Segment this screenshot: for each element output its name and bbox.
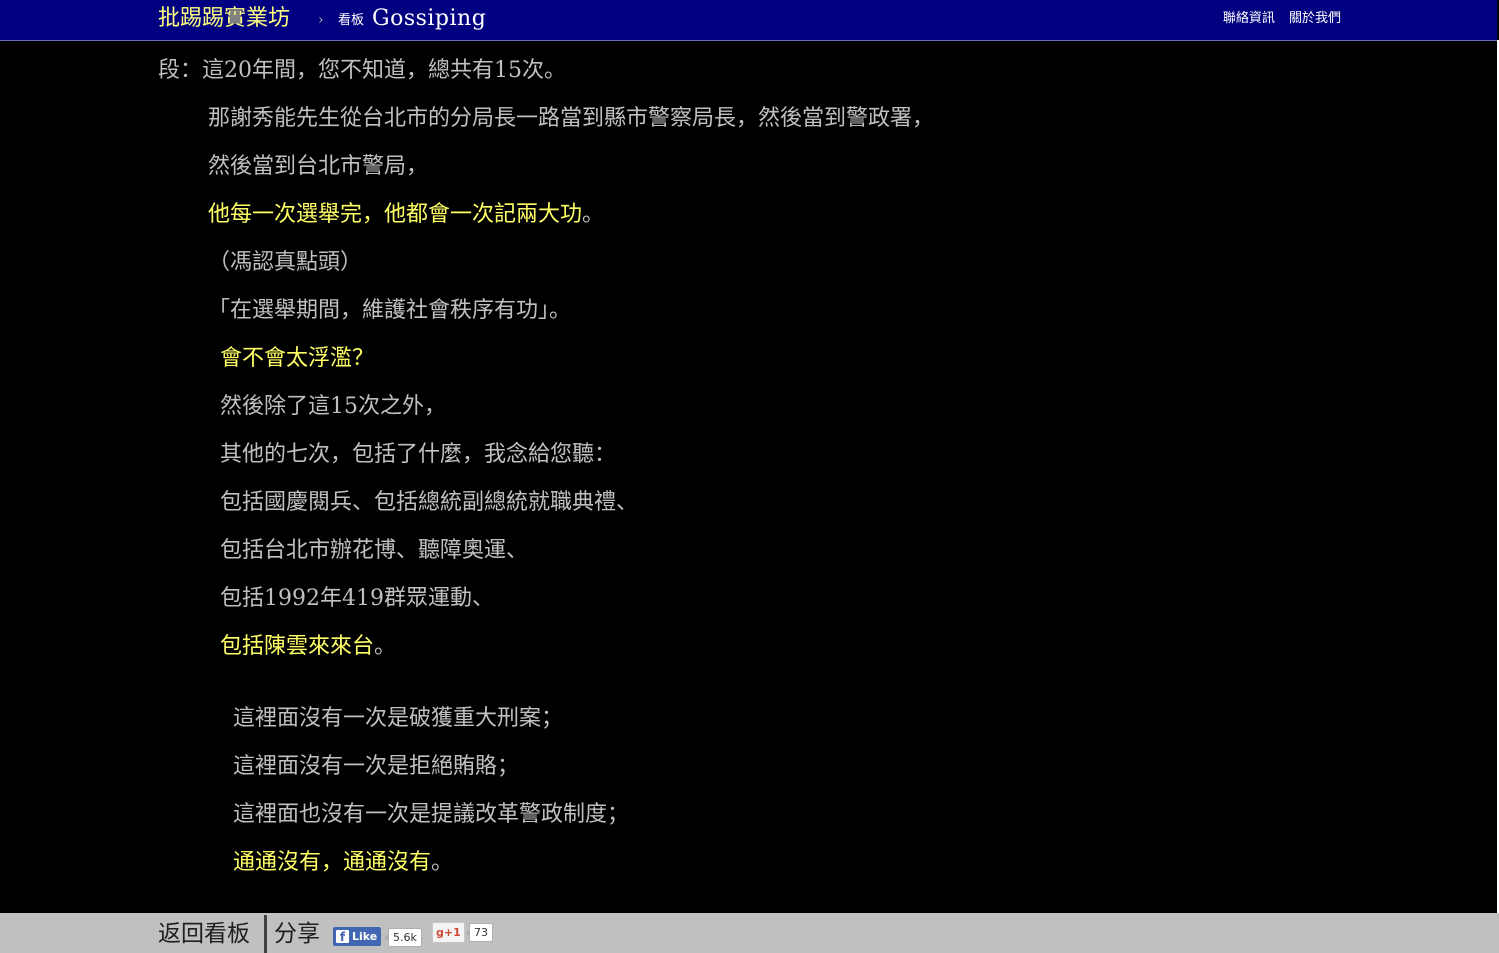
article-line: 這裡面也沒有一次是提議改革警政制度； — [233, 800, 629, 830]
highlighted-text: 包括陳雲來來台 — [220, 634, 375, 659]
line-text: 那謝秀能先生從台北市的分局長一路當到縣市警察局長，然後當到警政署， — [208, 106, 935, 131]
article-line: 這裡面沒有一次是拒絕賄賂； — [233, 752, 519, 782]
board-name-link[interactable]: Gossiping — [372, 4, 486, 34]
line-text: 。 — [582, 202, 605, 227]
line-text: 這裡面沒有一次是拒絕賄賂； — [233, 754, 520, 779]
highlighted-text: 他每一次選舉完，他都會一次記兩大功 — [208, 202, 583, 227]
line-text: 包括國慶閱兵、包括總統副總統就職典禮、 — [220, 490, 639, 515]
article-line: 然後除了這15次之外， — [220, 392, 446, 422]
article-line: 通通沒有，通通沒有。 — [233, 848, 453, 878]
google-plus-count: 73 — [465, 923, 493, 942]
line-text: 。 — [374, 634, 397, 659]
footer-divider — [264, 915, 267, 953]
breadcrumb-separator: › — [318, 12, 324, 28]
line-text: 然後當到台北市警局， — [208, 154, 429, 179]
line-text: 這裡面沒有一次是破獲重大刑案； — [233, 706, 564, 731]
site-title-link[interactable]: 批踢踢實業坊 — [158, 4, 290, 34]
article-line: 段：這20年間，您不知道，總共有15次。 — [158, 56, 566, 86]
board-prefix-label: 看板 — [338, 13, 365, 28]
facebook-like-button[interactable]: f Like — [333, 927, 382, 946]
article-line: 然後當到台北市警局， — [208, 152, 428, 182]
line-text: 。 — [431, 850, 454, 875]
line-text: 包括1992年419群眾運動、 — [220, 586, 494, 611]
article-line: 會不會太浮濫？ — [220, 344, 374, 374]
article-line: 「在選舉期間，維護社會秩序有功」。 — [208, 296, 571, 326]
share-label: 分享 — [274, 921, 320, 947]
line-text: 段：這20年間，您不知道，總共有15次。 — [158, 58, 566, 83]
article-line: 包括台北市辦花博、聽障奧運、 — [220, 536, 528, 566]
highlighted-text: 會不會太浮濫？ — [220, 346, 375, 371]
article-line: （馮認真點頭） — [208, 248, 362, 278]
google-plus-one-button[interactable]: g+1 — [432, 922, 465, 943]
article-line: 包括1992年419群眾運動、 — [220, 584, 494, 614]
article-content: 段：這20年間，您不知道，總共有15次。那謝秀能先生從台北市的分局長一路當到縣市… — [0, 40, 1497, 913]
top-links: 聯絡資訊 關於我們 — [1213, 9, 1341, 29]
facebook-like-count: 5.6k — [384, 928, 422, 947]
line-text: （馮認真點頭） — [208, 250, 363, 275]
highlighted-text: 通通沒有，通通沒有 — [233, 850, 432, 875]
top-navigation-bar: 批踢踢實業坊 › 看板 Gossiping 聯絡資訊 關於我們 — [0, 0, 1497, 41]
line-text: 然後除了這15次之外， — [220, 394, 446, 419]
article-line: 那謝秀能先生從台北市的分局長一路當到縣市警察局長，然後當到警政署， — [208, 104, 934, 134]
about-us-link[interactable]: 關於我們 — [1289, 11, 1341, 26]
article-line: 這裡面沒有一次是破獲重大刑案； — [233, 704, 563, 734]
line-text: 這裡面也沒有一次是提議改革警政制度； — [233, 802, 630, 827]
bottom-action-bar: 返回看板 分享 f Like 5.6k g+1 73 — [0, 913, 1499, 953]
line-text: 其他的七次，包括了什麼，我念給您聽： — [220, 442, 617, 467]
article-line: 包括陳雲來來台。 — [220, 632, 396, 662]
back-to-board-button[interactable]: 返回看板 — [158, 918, 250, 950]
article-line: 他每一次選舉完，他都會一次記兩大功。 — [208, 200, 604, 230]
article-line: 包括國慶閱兵、包括總統副總統就職典禮、 — [220, 488, 638, 518]
line-text: 包括台北市辦花博、聽障奧運、 — [220, 538, 529, 563]
article-line: 其他的七次，包括了什麼，我念給您聽： — [220, 440, 616, 470]
line-text: 「在選舉期間，維護社會秩序有功」。 — [208, 298, 572, 323]
facebook-icon: f — [336, 930, 349, 944]
fb-like-label: Like — [352, 930, 378, 943]
contact-info-link[interactable]: 聯絡資訊 — [1223, 11, 1275, 26]
